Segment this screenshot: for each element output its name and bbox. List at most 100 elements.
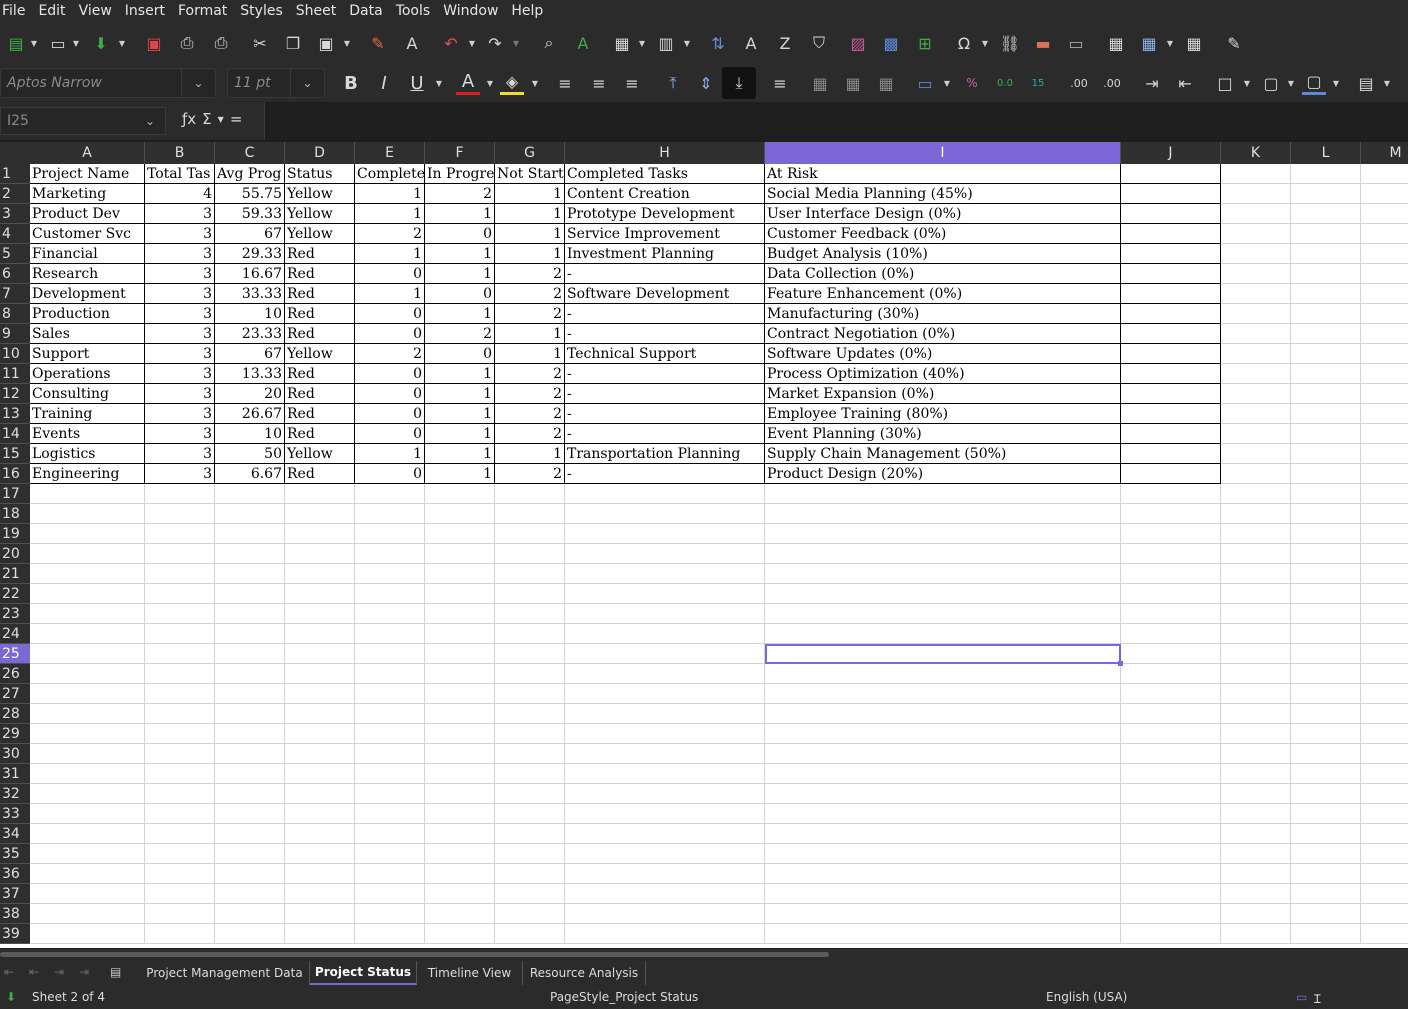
empty-cell[interactable] [765, 484, 1121, 504]
data-cell[interactable]: Development [30, 284, 145, 304]
empty-cell[interactable] [1291, 384, 1361, 404]
empty-cell[interactable] [1221, 304, 1291, 324]
empty-cell[interactable] [145, 744, 215, 764]
row-header-19[interactable]: 19 [0, 524, 30, 544]
empty-cell[interactable] [1221, 684, 1291, 704]
empty-cell[interactable] [765, 724, 1121, 744]
data-cell[interactable]: 1 [495, 204, 565, 224]
empty-cell[interactable] [355, 884, 425, 904]
empty-cell[interactable] [765, 684, 1121, 704]
menu-view[interactable]: View [79, 3, 120, 19]
empty-cell[interactable] [285, 704, 355, 724]
column-header-g[interactable]: G [495, 142, 565, 164]
background-color-dropdown-icon[interactable]: ▼ [530, 71, 540, 95]
empty-cell[interactable] [1121, 664, 1221, 684]
selection-mode-icon[interactable]: ▭ [1296, 990, 1307, 1004]
data-cell[interactable]: 26.67 [215, 404, 285, 424]
empty-cell[interactable] [565, 764, 765, 784]
data-cell[interactable]: Engineering [30, 464, 145, 484]
empty-cell[interactable] [1291, 584, 1361, 604]
chevron-down-icon[interactable]: ⌄ [290, 69, 324, 97]
row-header-24[interactable]: 24 [0, 624, 30, 644]
row-header-22[interactable]: 22 [0, 584, 30, 604]
empty-cell[interactable] [765, 544, 1121, 564]
empty-cell[interactable] [1291, 924, 1361, 944]
empty-cell[interactable] [1221, 564, 1291, 584]
row-header-27[interactable]: 27 [0, 684, 30, 704]
row-header-31[interactable]: 31 [0, 764, 30, 784]
empty-cell[interactable] [1221, 224, 1291, 244]
data-cell[interactable]: Feature Enhancement (0%) [765, 284, 1121, 304]
sum-icon[interactable]: Σ [202, 110, 211, 128]
data-cell[interactable]: Red [285, 384, 355, 404]
row-header-15[interactable]: 15 [0, 444, 30, 464]
empty-cell[interactable] [425, 644, 495, 664]
decrease-indent-icon[interactable]: ⇤ [1173, 71, 1197, 95]
empty-cell[interactable] [285, 844, 355, 864]
empty-cell[interactable] [765, 784, 1121, 804]
fill-handle[interactable] [1118, 661, 1123, 666]
row-header-5[interactable]: 5 [0, 244, 30, 264]
data-cell[interactable]: Training [30, 404, 145, 424]
data-cell[interactable]: 1 [495, 244, 565, 264]
empty-cell[interactable] [425, 744, 495, 764]
data-cell[interactable]: Prototype Development [565, 204, 765, 224]
empty-cell[interactable] [1221, 484, 1291, 504]
empty-cell[interactable] [1291, 284, 1361, 304]
data-cell[interactable] [1121, 204, 1221, 224]
empty-cell[interactable] [495, 684, 565, 704]
data-cell[interactable]: 3 [145, 324, 215, 344]
empty-cell[interactable] [1361, 424, 1408, 444]
header-cell[interactable] [1121, 164, 1221, 184]
row-header-9[interactable]: 9 [0, 324, 30, 344]
empty-cell[interactable] [1221, 924, 1291, 944]
empty-cell[interactable] [1221, 824, 1291, 844]
empty-cell[interactable] [1291, 564, 1361, 584]
align-right-icon[interactable]: ≡ [620, 71, 644, 95]
empty-cell[interactable] [215, 884, 285, 904]
underline-dropdown-icon[interactable]: ▼ [434, 71, 444, 95]
empty-cell[interactable] [765, 884, 1121, 904]
data-cell[interactable]: 23.33 [215, 324, 285, 344]
empty-cell[interactable] [1221, 624, 1291, 644]
empty-cell[interactable] [565, 704, 765, 724]
empty-cell[interactable] [1291, 524, 1361, 544]
empty-cell[interactable] [1221, 604, 1291, 624]
empty-cell[interactable] [215, 704, 285, 724]
empty-cell[interactable] [30, 604, 145, 624]
empty-cell[interactable] [355, 804, 425, 824]
column-header-a[interactable]: A [30, 142, 145, 164]
empty-cell[interactable] [1221, 584, 1291, 604]
empty-cell[interactable] [30, 884, 145, 904]
data-cell[interactable]: 2 [425, 324, 495, 344]
number-format-icon[interactable]: 0.0 [993, 71, 1017, 95]
data-cell[interactable]: 3 [145, 444, 215, 464]
row-icon[interactable]: ▦ [610, 31, 634, 55]
data-cell[interactable]: Supply Chain Management (50%) [765, 444, 1121, 464]
empty-cell[interactable] [145, 764, 215, 784]
menu-help[interactable]: Help [511, 3, 551, 19]
empty-cell[interactable] [1291, 344, 1361, 364]
column-header-f[interactable]: F [425, 142, 495, 164]
data-cell[interactable]: 1 [425, 464, 495, 484]
clear-formatting-icon[interactable]: A [400, 31, 424, 55]
row-header-25[interactable]: 25 [0, 644, 30, 664]
empty-cell[interactable] [495, 624, 565, 644]
empty-cell[interactable] [30, 804, 145, 824]
empty-cell[interactable] [285, 524, 355, 544]
next-sheet-icon[interactable]: ⇥ [54, 965, 64, 979]
empty-cell[interactable] [145, 564, 215, 584]
empty-cell[interactable] [30, 544, 145, 564]
empty-cell[interactable] [285, 804, 355, 824]
empty-cell[interactable] [425, 804, 495, 824]
empty-cell[interactable] [1221, 404, 1291, 424]
autofilter-icon[interactable]: ⛉ [807, 31, 831, 55]
data-cell[interactable]: Customer Feedback (0%) [765, 224, 1121, 244]
empty-cell[interactable] [1121, 844, 1221, 864]
data-cell[interactable]: 3 [145, 364, 215, 384]
empty-cell[interactable] [1221, 324, 1291, 344]
row-header-28[interactable]: 28 [0, 704, 30, 724]
empty-cell[interactable] [30, 724, 145, 744]
sum-dropdown-icon[interactable]: ▼ [218, 110, 224, 128]
empty-cell[interactable] [1121, 824, 1221, 844]
